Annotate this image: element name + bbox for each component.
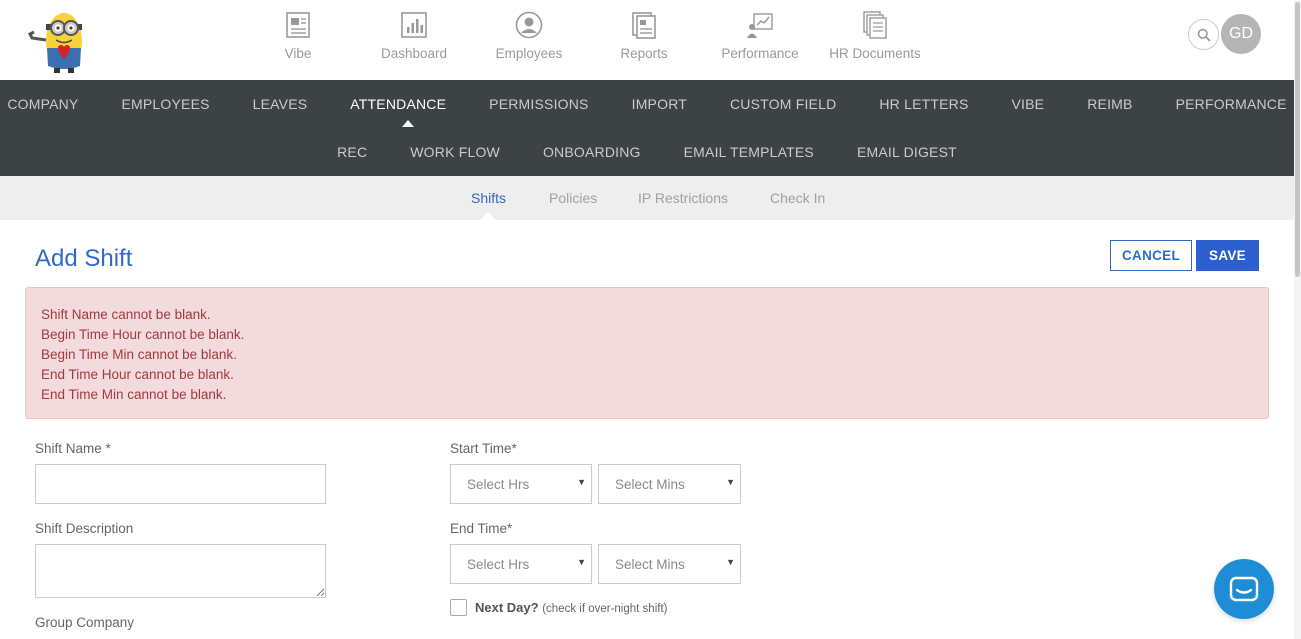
top-bar: Vibe Dashboard Employees Reports Perform… bbox=[0, 0, 1294, 80]
dropdown-arrow-icon: ▼ bbox=[726, 477, 735, 487]
tab-check-in[interactable]: Check In bbox=[770, 190, 825, 206]
search-icon bbox=[1197, 28, 1211, 42]
active-menu-caret bbox=[402, 120, 414, 127]
vibe-icon bbox=[283, 10, 313, 40]
error-message: End Time Hour cannot be blank. bbox=[41, 367, 234, 382]
end-hours-select[interactable]: Select Hrs ▼ bbox=[450, 544, 592, 584]
main-menu-row-2: REC WORK FLOW ONBOARDING EMAIL TEMPLATES… bbox=[0, 144, 1294, 160]
group-company-label: Group Company bbox=[35, 615, 135, 630]
save-button[interactable]: SAVE bbox=[1196, 240, 1259, 271]
dropdown-arrow-icon: ▼ bbox=[577, 557, 586, 567]
menu-item-work-flow[interactable]: WORK FLOW bbox=[389, 144, 522, 160]
shift-description-label: Shift Description bbox=[35, 521, 134, 536]
menu-item-import[interactable]: IMPORT bbox=[610, 96, 708, 112]
topnav-dashboard-label: Dashboard bbox=[380, 46, 448, 61]
next-day-checkbox[interactable] bbox=[450, 599, 467, 616]
topnav-performance-label: Performance bbox=[721, 46, 799, 61]
topnav-vibe[interactable]: Vibe bbox=[243, 10, 353, 61]
start-hours-select[interactable]: Select Hrs ▼ bbox=[450, 464, 592, 504]
error-message: Shift Name cannot be blank. bbox=[41, 307, 211, 322]
topnav-reports-label: Reports bbox=[620, 46, 668, 61]
shift-description-textarea[interactable] bbox=[35, 544, 326, 598]
next-day-label: Next Day? bbox=[475, 600, 539, 615]
sub-tabs: Shifts Policies IP Restrictions Check In bbox=[0, 176, 1294, 220]
menu-item-leaves[interactable]: LEAVES bbox=[231, 96, 329, 112]
start-mins-select[interactable]: Select Mins ▼ bbox=[598, 464, 741, 504]
shift-name-input[interactable] bbox=[35, 464, 326, 504]
topnav-reports[interactable]: Reports bbox=[589, 10, 699, 61]
menu-item-employees[interactable]: EMPLOYEES bbox=[100, 96, 231, 112]
error-message: Begin Time Min cannot be blank. bbox=[41, 347, 237, 362]
start-hours-value: Select Hrs bbox=[467, 477, 530, 492]
tab-policies[interactable]: Policies bbox=[549, 190, 597, 206]
menu-item-performance[interactable]: PERFORMANCE bbox=[1154, 96, 1301, 112]
topnav-employees[interactable]: Employees bbox=[474, 10, 584, 61]
start-mins-value: Select Mins bbox=[615, 477, 685, 492]
dashboard-icon bbox=[399, 10, 429, 40]
menu-item-custom-field[interactable]: CUSTOM FIELD bbox=[709, 96, 858, 112]
topnav-vibe-label: Vibe bbox=[284, 46, 312, 61]
topnav-employees-label: Employees bbox=[495, 46, 563, 61]
start-time-label: Start Time* bbox=[450, 441, 517, 456]
dropdown-arrow-icon: ▼ bbox=[577, 477, 586, 487]
next-day-label-group: Next Day? (check if over-night shift) bbox=[475, 600, 667, 615]
topnav-hr-documents[interactable]: HR Documents bbox=[820, 10, 930, 61]
topnav-hr-documents-label: HR Documents bbox=[829, 46, 921, 61]
cancel-button[interactable]: CANCEL bbox=[1110, 240, 1192, 271]
end-time-label: End Time* bbox=[450, 521, 513, 536]
scrollbar-thumb[interactable] bbox=[1295, 2, 1300, 277]
menu-item-attendance[interactable]: ATTENDANCE bbox=[329, 96, 468, 112]
menu-item-permissions[interactable]: PERMISSIONS bbox=[468, 96, 610, 112]
chat-launcher-button[interactable] bbox=[1214, 559, 1274, 619]
active-tab-caret bbox=[480, 212, 496, 220]
tab-shifts[interactable]: Shifts bbox=[471, 190, 506, 206]
topnav-performance[interactable]: Performance bbox=[705, 10, 815, 61]
end-hours-value: Select Hrs bbox=[467, 557, 530, 572]
topnav-dashboard[interactable]: Dashboard bbox=[359, 10, 469, 61]
main-menu-row-1: COMPANY EMPLOYEES LEAVES ATTENDANCE PERM… bbox=[0, 96, 1294, 112]
chat-icon bbox=[1229, 576, 1259, 602]
shift-name-label: Shift Name * bbox=[35, 441, 111, 456]
dropdown-arrow-icon: ▼ bbox=[726, 557, 735, 567]
end-mins-value: Select Mins bbox=[615, 557, 685, 572]
menu-item-email-digest[interactable]: EMAIL DIGEST bbox=[835, 144, 978, 160]
error-message: End Time Min cannot be blank. bbox=[41, 387, 227, 402]
menu-item-onboarding[interactable]: ONBOARDING bbox=[521, 144, 662, 160]
menu-item-reimb[interactable]: REIMB bbox=[1066, 96, 1154, 112]
user-avatar[interactable]: GD bbox=[1221, 14, 1261, 54]
search-button[interactable] bbox=[1188, 19, 1219, 50]
validation-error-alert: Shift Name cannot be blank. Begin Time H… bbox=[25, 287, 1269, 419]
performance-icon bbox=[745, 10, 775, 40]
hr-documents-icon bbox=[860, 10, 890, 40]
menu-item-email-templates[interactable]: EMAIL TEMPLATES bbox=[662, 144, 835, 160]
menu-item-company[interactable]: COMPANY bbox=[0, 96, 100, 112]
menu-item-rec[interactable]: REC bbox=[316, 144, 389, 160]
reports-icon bbox=[629, 10, 659, 40]
main-menu: COMPANY EMPLOYEES LEAVES ATTENDANCE PERM… bbox=[0, 80, 1294, 176]
minion-logo-icon bbox=[27, 13, 82, 73]
employees-icon bbox=[514, 10, 544, 40]
error-message: Begin Time Hour cannot be blank. bbox=[41, 327, 245, 342]
menu-item-vibe[interactable]: VIBE bbox=[990, 96, 1066, 112]
next-day-hint: (check if over-night shift) bbox=[542, 603, 668, 615]
page-title: Add Shift bbox=[35, 245, 133, 272]
company-logo[interactable] bbox=[20, 8, 104, 74]
menu-item-hr-letters[interactable]: HR LETTERS bbox=[858, 96, 990, 112]
tab-ip-restrictions[interactable]: IP Restrictions bbox=[638, 190, 728, 206]
end-mins-select[interactable]: Select Mins ▼ bbox=[598, 544, 741, 584]
